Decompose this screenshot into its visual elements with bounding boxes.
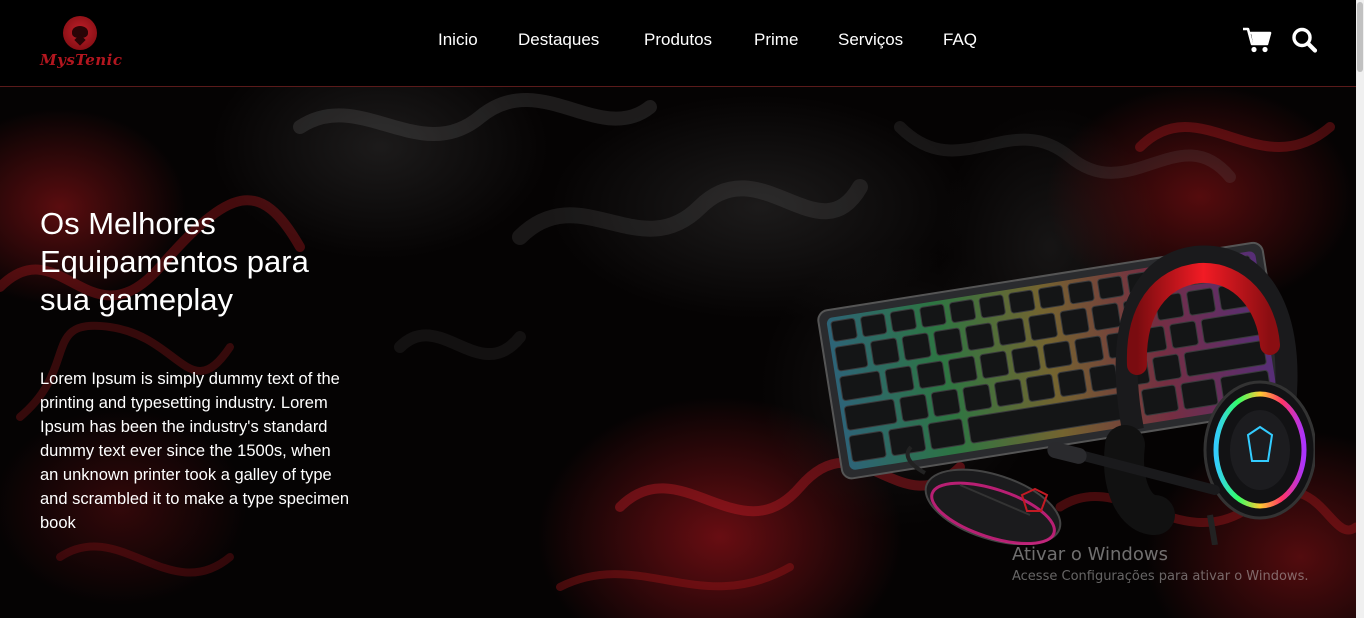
scrollbar-thumb[interactable] [1357,2,1363,72]
search-icon [1292,27,1318,53]
search-button[interactable] [1290,26,1320,54]
hero-title: Os Melhores Equipamentos para sua gamepl… [40,206,309,317]
site-header: MysTenic Inicio Destaques Produtos Prime… [0,0,1356,87]
cart-icon [1243,27,1272,53]
keyboard-headset-mouse-product-image [817,241,1315,545]
brand-logo-text: MysTenic [40,51,123,69]
nav-item-prime[interactable]: Prime [754,28,798,52]
hero-description: Lorem Ipsum is simply dummy text of the … [40,370,350,532]
hero-section: Os Melhores Equipamentos para sua gamepl… [0,87,1356,618]
windows-activation-subtitle: Acesse Configurações para ativar o Windo… [1012,569,1309,584]
nav-item-faq[interactable]: FAQ [943,28,977,52]
cart-button[interactable] [1242,26,1272,54]
nav-item-produtos[interactable]: Produtos [644,28,712,52]
nav-item-servicos[interactable]: Serviços [838,28,903,52]
page-scrollbar[interactable] [1356,0,1364,618]
nav-item-destaques[interactable]: Destaques [518,28,599,52]
nav-item-inicio[interactable]: Inicio [438,28,478,52]
windows-activation-title: Ativar o Windows [1012,544,1168,565]
main-nav: Inicio Destaques Produtos Prime Serviços… [0,28,1356,52]
